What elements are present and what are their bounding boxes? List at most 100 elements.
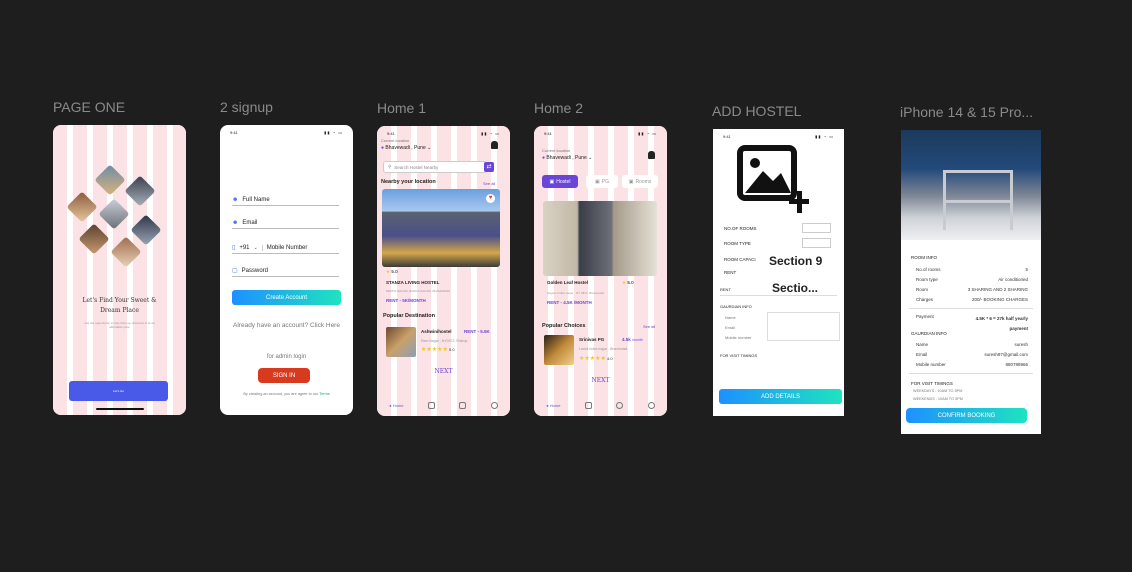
search-icon[interactable] — [616, 401, 624, 409]
mobile-field[interactable]: ▯ +91 ⌄ Mobile Number — [232, 242, 339, 254]
calendar-icon[interactable] — [427, 401, 435, 409]
popular-rating-value: 5.0 — [449, 347, 455, 352]
status-time: 9:41 — [387, 131, 395, 136]
tab-rooms[interactable]: ▣ Rooms — [622, 175, 658, 188]
hostel-photo[interactable]: ♥ — [382, 189, 500, 267]
divider — [909, 308, 1033, 309]
password-label: Password — [241, 267, 269, 274]
room-info-heading: ROOM INFO — [911, 255, 937, 260]
status-icons: ▮▮ ◔ ▭ — [481, 131, 500, 136]
tab-pg[interactable]: ▣ PG — [586, 175, 618, 188]
frame-home1[interactable]: 9:41 ▮▮ ◔ ▭ Current location ● Bhavewadi … — [377, 126, 510, 416]
building-icon: ▣ — [549, 178, 555, 185]
rooms-input[interactable] — [802, 223, 831, 233]
rent-label-2: RENT — [720, 287, 731, 292]
country-code[interactable]: +91 — [239, 245, 249, 251]
chat-icon[interactable] — [459, 401, 467, 409]
frame-label-iphone: iPhone 14 & 15 Pro... — [900, 104, 1034, 120]
rating: ★ 5.0 — [622, 280, 634, 286]
terms-link[interactable]: Terms — [319, 392, 329, 396]
hostel-photo[interactable] — [543, 201, 657, 276]
guardian-email-label: Email — [725, 325, 736, 330]
password-field[interactable]: ▢ Password — [232, 265, 339, 277]
frame-label-signup: 2 signup — [220, 99, 273, 115]
mobile-label: Mobile Number — [261, 244, 307, 251]
sign-in-button[interactable]: SIGN IN — [258, 368, 310, 383]
frame-page-one[interactable]: Let's Find Your Sweet & Dream Place Get … — [53, 125, 186, 415]
email-label: Email — [242, 219, 258, 226]
guardian-key: Name — [916, 342, 929, 347]
building-icon: ▣ — [595, 178, 600, 185]
add-image-icon[interactable] — [737, 145, 810, 215]
frame-home2[interactable]: 9:41 ▮▮ ◔ ▭ Current location ● Bhavewadi … — [534, 126, 667, 416]
popular-name: Ashwinihostel — [421, 329, 452, 334]
status-time: 9:41 — [544, 131, 552, 136]
popular-rating-value: 4.0 — [607, 356, 613, 361]
popular-photo[interactable] — [386, 327, 416, 357]
section-title-popular: Popular Destination — [383, 313, 435, 319]
full-name-field[interactable]: ☻ Full Name — [232, 194, 339, 206]
popular-photo[interactable] — [544, 335, 574, 365]
see-all-link[interactable]: See all — [483, 181, 495, 186]
tab-hostel[interactable]: ▣ Hostel — [542, 175, 578, 188]
location-caption: Current location — [381, 138, 410, 143]
guardian-heading: GAURDIAN INFO — [720, 304, 752, 309]
search-icon: ⚲ — [388, 164, 392, 169]
star-icon: ★ — [622, 280, 627, 285]
divider — [909, 373, 1033, 374]
next-button[interactable]: NEXT — [534, 377, 667, 384]
popular-address: Ram Nagar , NY0972, Rideup — [421, 339, 468, 343]
heart-icon[interactable]: ♥ — [486, 194, 495, 203]
lets-go-button[interactable]: Let's Go — [69, 381, 168, 401]
frame-add-hostel[interactable]: 9:41 ▮▮ ◔ ▭ NO.OF ROOMS ROOM TYPE ROOM CA… — [713, 129, 844, 416]
weekends-text: WEEKENDS : 10AM TO 3PM — [913, 397, 963, 401]
bed-icon: ▣ — [628, 178, 634, 185]
visit-heading: FOR VISIT TIMINGS — [911, 381, 953, 386]
login-link[interactable]: Already have an account? Click Here — [220, 322, 353, 329]
popular-price-value: 4.5k — [622, 337, 631, 342]
rating-value: 5.0 — [627, 280, 634, 285]
user-icon: ☻ — [232, 196, 239, 203]
frame-iphone[interactable]: ROOM INFO No.of rooms 5 Room type Air co… — [901, 130, 1041, 434]
room-type-input[interactable] — [802, 238, 831, 248]
profile-icon[interactable] — [647, 401, 655, 409]
section-truncated-heading: Sectio... — [772, 281, 819, 295]
terms-prefix: By creating an account, you are agree to… — [243, 392, 319, 396]
visit-heading: FOR VISIT TIMINGS — [720, 353, 758, 358]
filter-icon[interactable]: ⇄ — [484, 162, 494, 172]
room-info-key: Charges — [916, 297, 934, 302]
see-all-link[interactable]: See all — [643, 324, 655, 329]
location-text: Bhavewadi , Pune — [546, 155, 587, 161]
nav-home-label: Home — [549, 402, 561, 408]
full-name-label: Full Name — [242, 196, 270, 203]
location-selector[interactable]: ● Bhavewadi , Pune ⌄ — [542, 155, 592, 161]
calendar-icon[interactable] — [584, 401, 592, 409]
status-icons: ▮▮ ◔ ▭ — [815, 134, 834, 139]
guardian-value: suresh — [1014, 342, 1028, 347]
guardian-input[interactable] — [767, 312, 840, 341]
bell-icon[interactable] — [491, 141, 498, 149]
next-button[interactable]: NEXT — [377, 368, 510, 375]
email-field[interactable]: ☻ Email — [232, 217, 339, 229]
section-title-popular: Popular Choices — [542, 323, 586, 329]
add-details-button[interactable]: ADD DETAILS — [719, 389, 842, 404]
profile-icon[interactable] — [490, 401, 498, 409]
popular-rating: ★★★★★ 4.0 — [579, 356, 613, 362]
status-icons: ▮▮ ◔ ▭ — [638, 131, 657, 136]
frame-label-page-one: PAGE ONE — [53, 99, 126, 115]
bell-icon[interactable] — [648, 151, 655, 159]
rating-value: 5.0 — [391, 269, 398, 274]
location-selector[interactable]: ● Bhavewadi , Pune ⌄ — [381, 145, 431, 151]
nav-home[interactable]: ● Home — [389, 403, 403, 408]
bunk-bed-rail — [943, 170, 1013, 173]
location-text: Bhavewadi , Pune — [385, 145, 426, 151]
tab-hostel-label: Hostel — [556, 178, 571, 185]
nav-home[interactable]: ● Home — [546, 403, 560, 408]
chevron-down-icon[interactable]: ⌄ — [254, 245, 258, 251]
create-account-button[interactable]: Create Account — [232, 290, 341, 305]
room-photo — [901, 130, 1041, 240]
frame-signup[interactable]: 9:41 ▮▮ ◔ ▭ ☻ Full Name ☻ Email ▯ +91 ⌄ M… — [220, 125, 353, 415]
search-input[interactable]: ⚲ Search Hostel Nearby — [383, 161, 487, 173]
confirm-booking-button[interactable]: CONFIRM BOOKING — [906, 408, 1027, 423]
phone-icon: ▯ — [232, 245, 236, 251]
